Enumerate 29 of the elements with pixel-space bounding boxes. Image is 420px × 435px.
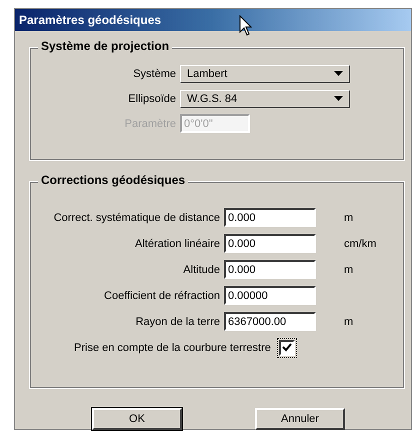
- field-label: Correct. systématique de distance: [52, 212, 221, 224]
- field-label: Altitude: [182, 264, 221, 276]
- input-field[interactable]: 0.00000: [224, 286, 316, 305]
- unit-label: cm/km: [344, 238, 376, 250]
- mouse-pointer-icon: [239, 15, 253, 37]
- unit-label: m: [344, 264, 354, 276]
- checkmark-icon: [282, 343, 292, 352]
- unit-label: m: [344, 212, 354, 224]
- unit-label: m: [344, 316, 354, 328]
- dropdown[interactable]: Lambert: [180, 64, 350, 82]
- caret-icon: [334, 96, 343, 102]
- field-label: Système: [132, 68, 177, 80]
- dialog-button[interactable]: OK: [92, 408, 182, 430]
- input-field[interactable]: 0.000: [224, 260, 316, 279]
- field-label: Ellipsoïde: [127, 92, 177, 104]
- field-label: Rayon de la terre: [134, 316, 221, 328]
- checkbox-label: Prise en compte de la courbure terrestre: [74, 342, 271, 354]
- input-field[interactable]: 0.000: [224, 234, 316, 253]
- field-label: Coefficient de réfraction: [103, 290, 221, 302]
- dropdown[interactable]: W.G.S. 84: [180, 90, 350, 108]
- input-field[interactable]: 6367000.00: [224, 312, 316, 331]
- window-title: Paramètres géodésiques: [15, 9, 411, 31]
- input-field[interactable]: 0.000: [224, 208, 316, 227]
- caret-icon: [334, 70, 343, 76]
- group-title: Corrections géodésiques: [38, 173, 188, 187]
- checkbox[interactable]: [278, 340, 295, 356]
- field-label: Altération linéaire: [134, 238, 221, 250]
- dialog-button[interactable]: Annuler: [255, 408, 345, 430]
- group-title: Système de projection: [38, 39, 172, 53]
